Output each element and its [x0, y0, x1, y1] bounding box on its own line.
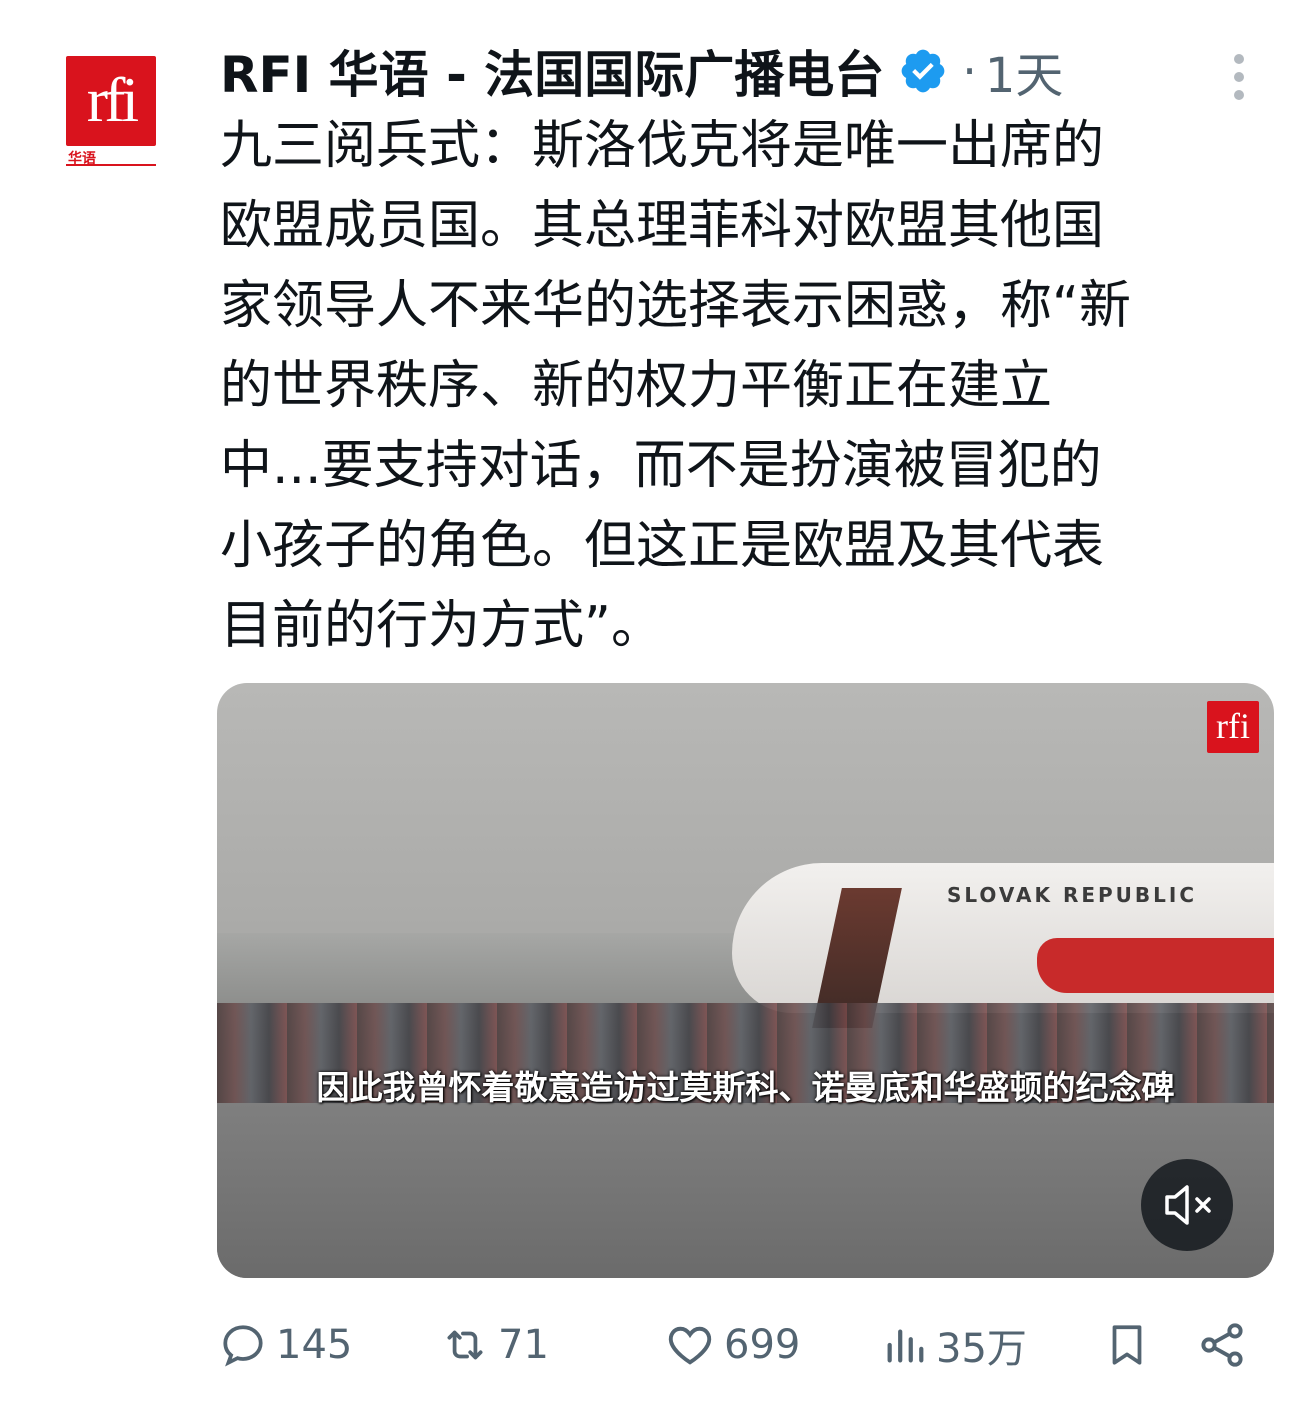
analytics-icon	[887, 1329, 924, 1363]
bookmark-button[interactable]	[1102, 1310, 1152, 1380]
share-icon	[1201, 1323, 1243, 1367]
bookmark-icon	[1112, 1325, 1142, 1365]
repost-count: 71	[498, 1322, 549, 1368]
author-name[interactable]: RFI 华语 - 法国国际广播电台	[220, 35, 884, 107]
post-text-line: 中...要支持对话，而不是扮演被冒犯的	[220, 436, 1102, 496]
like-count: 699	[724, 1322, 801, 1368]
like-button[interactable]: 699	[664, 1310, 800, 1380]
reply-button[interactable]: 145	[218, 1310, 352, 1380]
rfi-logo-text: rfi	[86, 64, 139, 135]
reply-icon	[223, 1325, 263, 1367]
post-text-line: 家领导人不来华的选择表示困惑，称“新	[220, 276, 1131, 336]
post-text-line: 的世界秩序、新的权力平衡正在建立	[220, 356, 1053, 416]
post-text-line: 目前的行为方式”。	[220, 596, 663, 656]
author-avatar[interactable]: rfi 华语	[66, 56, 156, 168]
video-runway	[217, 1103, 1274, 1278]
mute-button[interactable]	[1141, 1159, 1233, 1251]
video-subtitle: 因此我曾怀着敬意造访过莫斯科、诺曼底和华盛顿的纪念碑	[316, 1068, 1175, 1107]
post-header: RFI 华语 - 法国国际广播电台 · 1天	[220, 36, 1280, 106]
volume-muted-icon	[1165, 1185, 1211, 1225]
airplane-stripe	[1037, 938, 1274, 993]
airplane-label: SLOVAK REPUBLIC	[947, 883, 1198, 907]
rfi-watermark: rfi	[1207, 701, 1259, 753]
repost-button[interactable]: 71	[440, 1310, 549, 1380]
repost-icon	[447, 1330, 483, 1360]
more-options-icon[interactable]	[1232, 50, 1246, 100]
reply-count: 145	[276, 1322, 353, 1368]
video-player[interactable]: SLOVAK REPUBLIC rfi 因此我曾怀着敬意造访过莫斯科、诺曼底和华…	[217, 683, 1274, 1278]
share-button[interactable]	[1196, 1310, 1248, 1380]
post-text-line: 欧盟成员国。其总理菲科对欧盟其他国	[220, 196, 1105, 256]
post-text-line: 小孩子的角色。但这正是欧盟及其代表	[220, 516, 1105, 576]
rfi-logo-underline	[66, 164, 156, 166]
post-text-line: 九三阅兵式：斯洛伐克将是唯一出席的	[220, 116, 1105, 176]
post-actions: 145 71 699 35万	[218, 1310, 1278, 1380]
post-time[interactable]: 1天	[985, 36, 1064, 106]
verified-badge-icon	[901, 49, 945, 93]
rfi-logo: rfi	[66, 56, 156, 146]
views-button[interactable]: 35万	[882, 1310, 1027, 1380]
heart-icon	[668, 1326, 712, 1365]
view-count: 35万	[936, 1326, 1027, 1372]
post-text: 九三阅兵式：斯洛伐克将是唯一出席的 欧盟成员国。其总理菲科对欧盟其他国 家领导人…	[220, 106, 1280, 666]
time-separator: ·	[962, 44, 977, 98]
